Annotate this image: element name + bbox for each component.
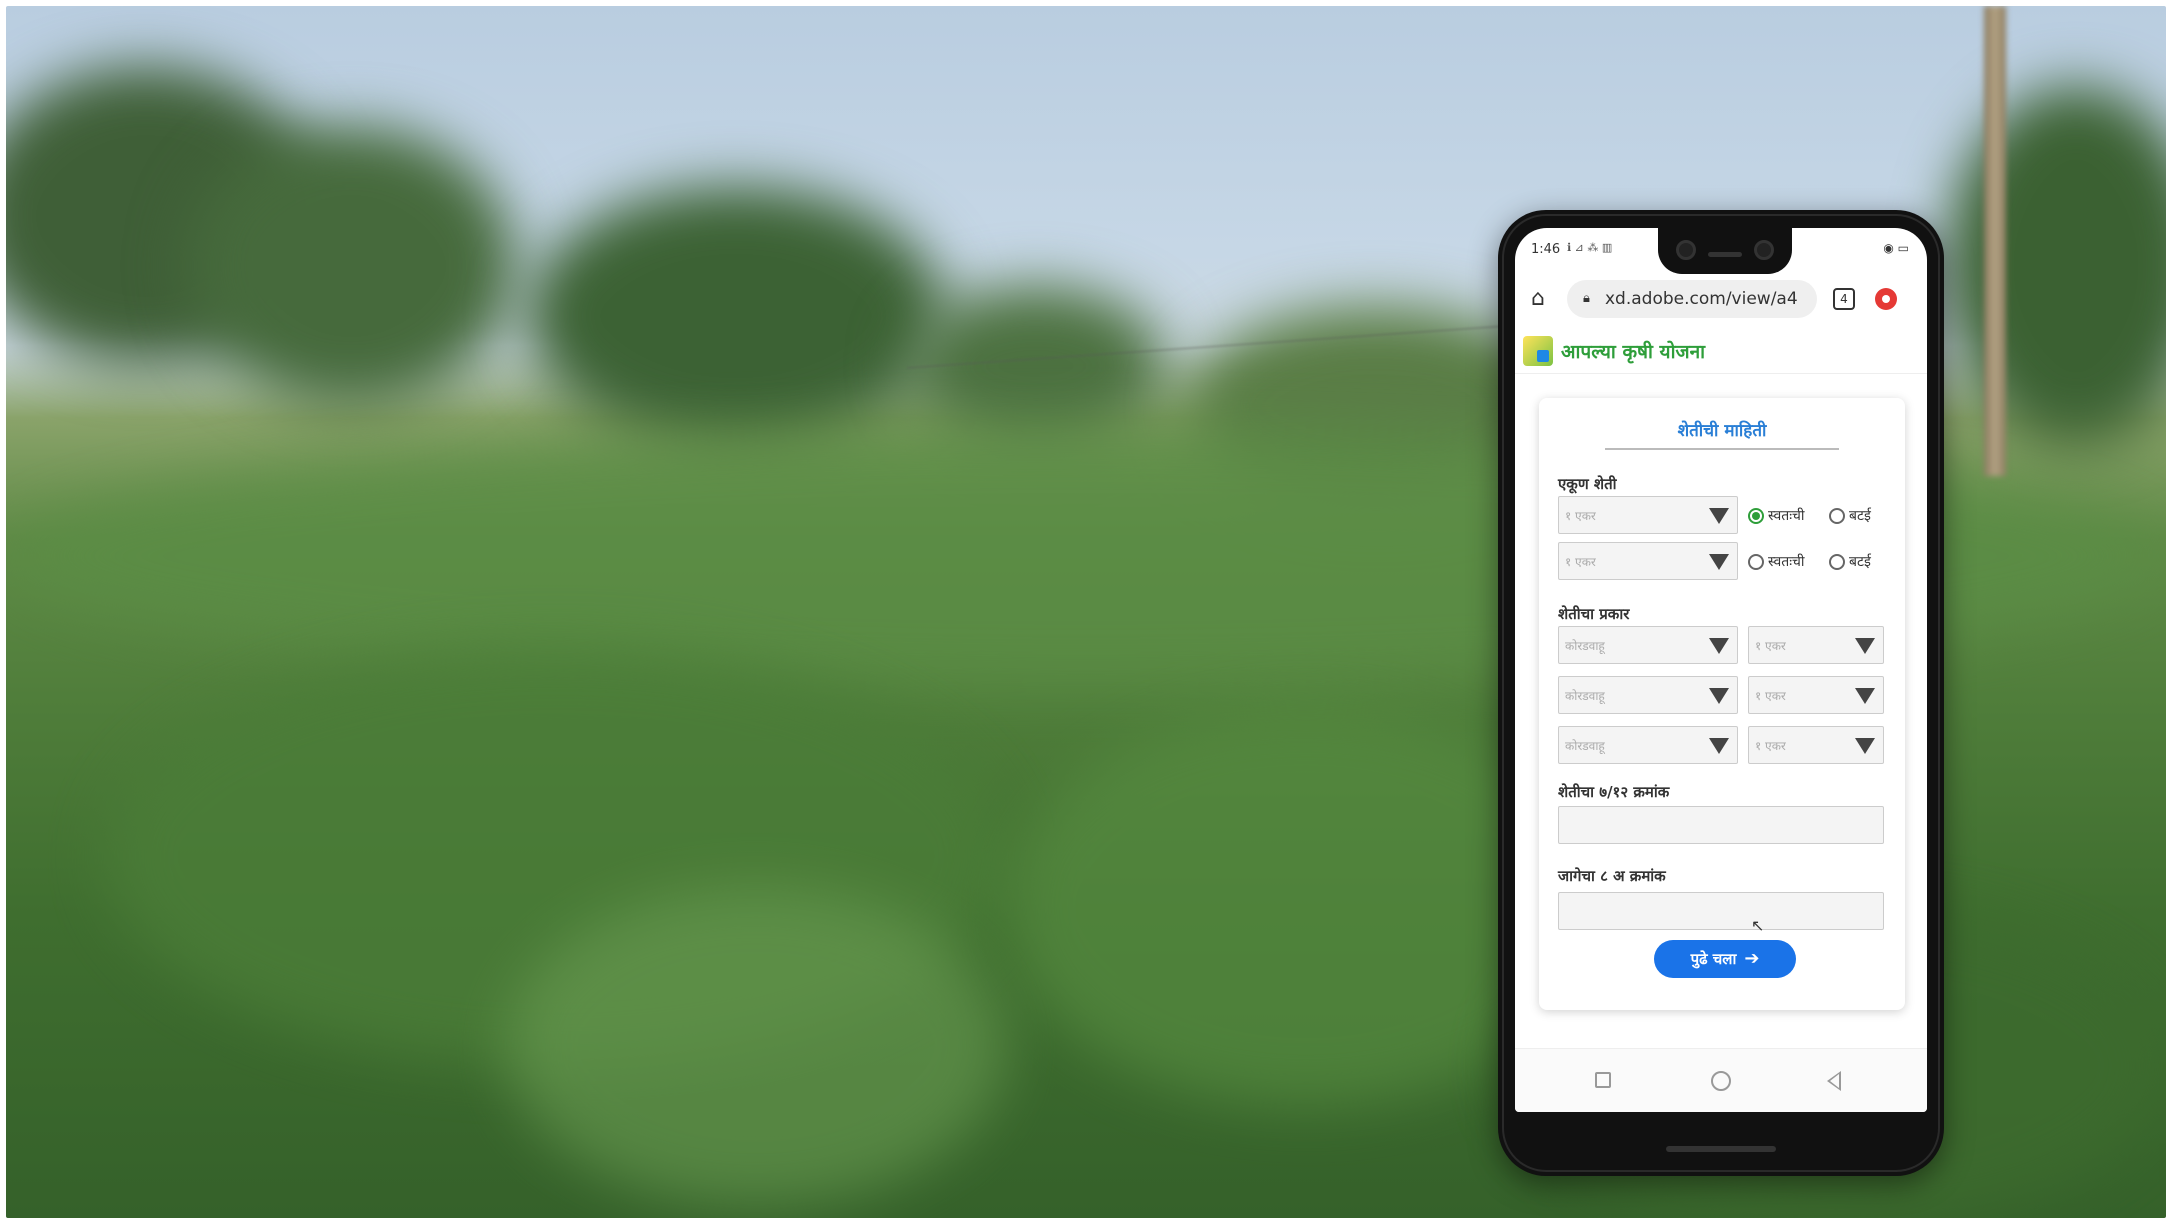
app-title: आपल्या कृषी योजना bbox=[1561, 341, 1706, 363]
signal-icons: ℹ ⊿ ⁂ ▥ bbox=[1567, 241, 1613, 254]
status-time: 1:46 bbox=[1531, 242, 1561, 257]
tree-blur bbox=[1946, 86, 2166, 446]
home-button-icon[interactable] bbox=[1711, 1071, 1731, 1091]
place-number-label: जागेचा ८ अ क्रमांक bbox=[1558, 867, 1666, 885]
utility-pole bbox=[1984, 6, 2006, 476]
select-placeholder: कोरडवाहू bbox=[1565, 739, 1605, 753]
title-underline bbox=[1605, 448, 1839, 450]
radio-label: स्वतःची bbox=[1768, 554, 1805, 570]
crop-area-select-2[interactable]: १ एकर bbox=[1748, 676, 1884, 714]
radio-share-2[interactable]: बटई bbox=[1829, 552, 1871, 571]
lock-icon: 🔒︎ bbox=[1583, 291, 1590, 306]
caret-down-icon bbox=[1709, 738, 1729, 754]
radio-share-1[interactable]: बटई bbox=[1829, 506, 1871, 525]
caret-down-icon bbox=[1709, 638, 1729, 654]
select-placeholder: कोरडवाहू bbox=[1565, 689, 1605, 703]
crop-area-select-3[interactable]: १ एकर bbox=[1748, 726, 1884, 764]
caret-down-icon bbox=[1855, 638, 1875, 654]
radio-selected-icon bbox=[1748, 507, 1764, 524]
select-placeholder: १ एकर bbox=[1755, 689, 1786, 703]
sensor-icon bbox=[1754, 240, 1774, 260]
battery-icons: ◉ ▭ bbox=[1883, 241, 1909, 255]
farm-info-card: शेतीची माहिती एकूण शेती १ एकर स्वतःची बट… bbox=[1539, 398, 1905, 1010]
home-icon[interactable]: ⌂ bbox=[1525, 286, 1551, 312]
place-number-input[interactable] bbox=[1558, 892, 1884, 930]
radio-unselected-icon bbox=[1748, 553, 1764, 570]
camera-notch bbox=[1658, 228, 1792, 274]
tree-blur bbox=[526, 186, 946, 446]
caret-down-icon bbox=[1709, 688, 1729, 704]
app-logo-icon bbox=[1523, 336, 1553, 366]
card-title: शेतीची माहिती bbox=[1677, 421, 1767, 441]
tree-blur bbox=[186, 126, 516, 406]
phone-mockup: 1:46 ℹ ⊿ ⁂ ▥ ◉ ▭ ⌂ 🔒︎ xd.adobe.com/view/… bbox=[1498, 210, 1944, 1176]
arrow-right-icon: ➔ bbox=[1744, 948, 1760, 969]
field-blur bbox=[506, 886, 1006, 1206]
radio-label: स्वतःची bbox=[1768, 508, 1805, 524]
next-button-label: पुढे चला bbox=[1690, 950, 1737, 968]
crop-type-select-2[interactable]: कोरडवाहू bbox=[1558, 676, 1738, 714]
select-placeholder: १ एकर bbox=[1565, 555, 1596, 569]
phone-screen: 1:46 ℹ ⊿ ⁂ ▥ ◉ ▭ ⌂ 🔒︎ xd.adobe.com/view/… bbox=[1515, 228, 1927, 1112]
radio-own-1[interactable]: स्वतःची bbox=[1748, 506, 1805, 525]
survey-number-label: शेतीचा ७/१२ क्रमांक bbox=[1558, 783, 1670, 801]
earpiece-icon bbox=[1708, 252, 1742, 257]
browser-toolbar: ⌂ 🔒︎ xd.adobe.com/view/a4 4 bbox=[1515, 276, 1927, 322]
total-farm-label: एकूण शेती bbox=[1558, 475, 1617, 493]
address-bar[interactable]: 🔒︎ xd.adobe.com/view/a4 bbox=[1567, 280, 1817, 318]
record-icon[interactable] bbox=[1875, 288, 1897, 310]
caret-down-icon bbox=[1709, 554, 1729, 570]
android-nav-bar bbox=[1515, 1048, 1927, 1112]
crop-type-select-1[interactable]: कोरडवाहू bbox=[1558, 626, 1738, 664]
select-placeholder: १ एकर bbox=[1565, 509, 1596, 523]
radio-unselected-icon bbox=[1829, 553, 1845, 570]
radio-unselected-icon bbox=[1829, 507, 1845, 524]
select-placeholder: कोरडवाहू bbox=[1565, 639, 1605, 653]
url-text: xd.adobe.com/view/a4 bbox=[1605, 289, 1798, 309]
radio-own-2[interactable]: स्वतःची bbox=[1748, 552, 1805, 571]
app-header: आपल्या कृषी योजना bbox=[1515, 326, 1927, 374]
survey-number-input[interactable] bbox=[1558, 806, 1884, 844]
caret-down-icon bbox=[1855, 738, 1875, 754]
farm-area-select-1[interactable]: १ एकर bbox=[1558, 496, 1738, 534]
farm-type-label: शेतीचा प्रकार bbox=[1558, 605, 1630, 623]
radio-label: बटई bbox=[1849, 508, 1871, 524]
front-camera-icon bbox=[1676, 240, 1696, 260]
tabs-icon[interactable]: 4 bbox=[1833, 288, 1855, 310]
crop-area-select-1[interactable]: १ एकर bbox=[1748, 626, 1884, 664]
mouse-cursor-icon: ↖ bbox=[1751, 916, 1765, 935]
farm-area-select-2[interactable]: १ एकर bbox=[1558, 542, 1738, 580]
select-placeholder: १ एकर bbox=[1755, 739, 1786, 753]
radio-label: बटई bbox=[1849, 554, 1871, 570]
caret-down-icon bbox=[1855, 688, 1875, 704]
back-icon[interactable] bbox=[1827, 1071, 1841, 1091]
select-placeholder: १ एकर bbox=[1755, 639, 1786, 653]
home-indicator bbox=[1666, 1146, 1776, 1152]
crop-type-select-3[interactable]: कोरडवाहू bbox=[1558, 726, 1738, 764]
next-button[interactable]: पुढे चला ➔ bbox=[1654, 940, 1796, 978]
caret-down-icon bbox=[1709, 508, 1729, 524]
recents-icon[interactable] bbox=[1595, 1072, 1611, 1088]
